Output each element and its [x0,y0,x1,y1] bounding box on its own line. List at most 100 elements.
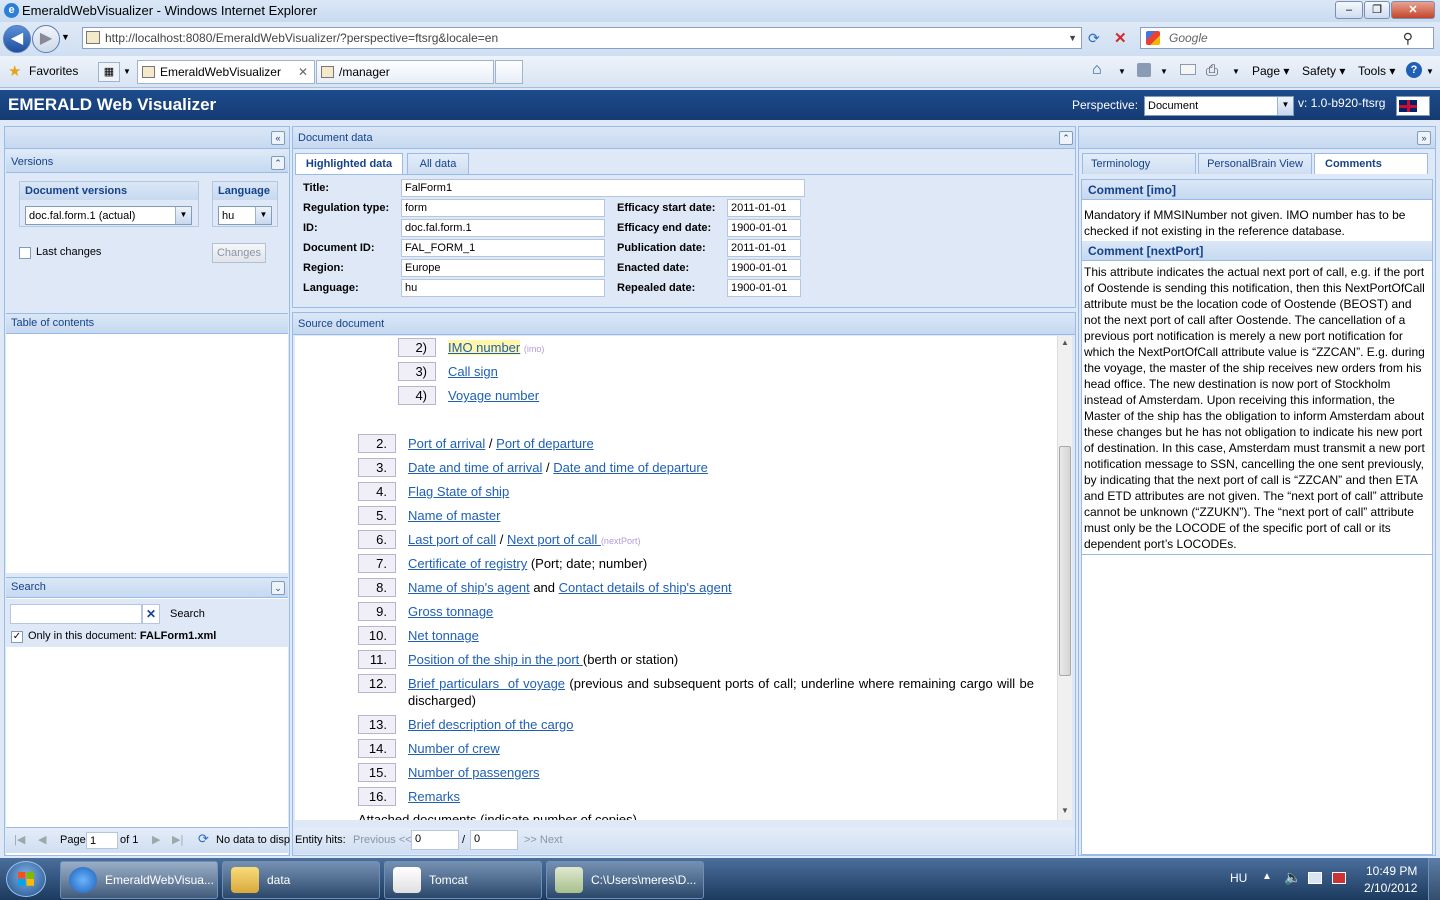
entity-link[interactable]: Flag State of ship [408,484,509,499]
only-in-doc-checkbox[interactable]: ✓ [11,631,23,643]
volume-icon[interactable]: 🔈 [1284,869,1301,886]
title-field[interactable]: FalForm1 [401,179,805,197]
prev-page-icon[interactable]: ◀ [38,833,46,846]
entity-link[interactable]: Last port of call [408,532,496,547]
scroll-thumb[interactable] [1059,446,1071,676]
tab-highlighted-data[interactable]: Highlighted data [295,153,403,174]
language-select[interactable]: hu ▼ [218,206,272,225]
clear-search-icon[interactable]: ✕ [142,604,160,624]
tools-menu[interactable]: Tools ▾ [1358,64,1395,78]
safety-menu[interactable]: Safety ▾ [1302,64,1345,78]
repealed-date-field[interactable]: 1900-01-01 [727,279,801,297]
maximize-button[interactable]: ❐ [1364,1,1390,19]
hit-index-input[interactable]: 0 [411,830,459,850]
collapse-document-data-icon[interactable]: ⌃ [1059,131,1073,145]
taskbar-item-console[interactable]: C:\Users\meres\D... [546,861,704,899]
entity-link[interactable]: Port of arrival [408,436,485,451]
start-button[interactable] [6,861,46,897]
collapse-versions-icon[interactable]: ⌃ [271,156,285,170]
chevron-down-icon[interactable]: ▼ [1277,97,1293,115]
collapse-right-icon[interactable]: » [1417,131,1431,145]
regulation-type-field[interactable]: form [401,199,605,217]
taskbar-item-ie[interactable]: EmeraldWebVisua... [60,861,218,899]
language-field[interactable]: hu [401,279,605,297]
tab-all-data[interactable]: All data [407,153,469,174]
entity-link[interactable]: Next port of call [507,532,601,547]
help-icon[interactable]: ? [1406,62,1422,78]
entity-link[interactable]: Certificate of registry [408,556,527,571]
entity-link[interactable]: Position of the ship in the port [408,652,583,667]
show-desktop-button[interactable] [1428,858,1440,900]
first-page-icon[interactable]: |◀ [14,833,25,846]
region-field[interactable]: Europe [401,259,605,277]
network-icon[interactable] [1332,872,1346,884]
enacted-date-field[interactable]: 1900-01-01 [727,259,801,277]
print-icon[interactable]: ⎙ [1206,62,1218,79]
tab-terminology[interactable]: Terminology [1082,153,1196,174]
home-dropdown-icon[interactable]: ▼ [1118,67,1126,76]
entity-link[interactable]: Net tonnage [408,628,479,643]
scroll-down-icon[interactable]: ▼ [1061,806,1069,815]
sub-item-link[interactable]: IMO number [448,340,521,355]
tab-list-dropdown-icon[interactable]: ▼ [123,67,131,76]
changes-button[interactable]: Changes [212,243,266,263]
tab-comments[interactable]: Comments [1314,153,1428,174]
address-dropdown-icon[interactable]: ▼ [1068,28,1077,48]
taskbar-item-data[interactable]: data [222,861,380,899]
document-id-field[interactable]: FAL_FORM_1 [401,239,605,257]
history-dropdown-icon[interactable]: ▼ [61,32,70,42]
entity-link[interactable]: Date and time of departure [553,460,708,475]
last-changes-checkbox[interactable] [19,247,31,259]
page-input[interactable]: 1 [86,832,118,849]
minimize-button[interactable]: – [1335,1,1363,19]
efficacy-end-field[interactable]: 1900-01-01 [727,219,801,237]
show-hidden-icons-icon[interactable]: ▲ [1262,871,1272,882]
clock-time[interactable]: 10:49 PM [1366,864,1417,878]
collapse-search-icon[interactable]: ⌄ [271,581,285,595]
chevron-down-icon[interactable]: ▼ [175,207,191,224]
close-tab-icon[interactable]: ✕ [298,61,308,83]
feeds-icon[interactable] [1137,63,1151,77]
entity-link[interactable]: Remarks [408,789,460,804]
entity-link[interactable]: Brief description of the cargo [408,717,573,732]
forward-button[interactable]: ▶ [32,25,60,53]
previous-hit-button[interactable]: Previous << [353,834,412,846]
publication-date-field[interactable]: 2011-01-01 [727,239,801,257]
clock-date[interactable]: 2/10/2012 [1364,881,1417,895]
stop-icon[interactable]: ✕ [1114,29,1127,47]
refresh-icon[interactable]: ⟳ [198,831,209,847]
doc-version-select[interactable]: doc.fal.form.1 (actual) ▼ [25,206,192,225]
sub-item-link[interactable]: Voyage number [448,388,539,403]
feeds-dropdown-icon[interactable]: ▼ [1160,67,1168,76]
quick-tabs-icon[interactable]: ▦ [98,62,120,82]
entity-link[interactable]: Date and time of arrival [408,460,542,475]
entity-link[interactable]: Name of ship's agent [408,580,530,595]
search-icon[interactable]: ⚲ [1403,28,1413,48]
print-dropdown-icon[interactable]: ▼ [1232,67,1240,76]
close-window-button[interactable]: ✕ [1391,1,1435,19]
tab-manager[interactable]: /manager [316,60,494,84]
mail-icon[interactable] [1180,64,1196,75]
page-menu[interactable]: Page ▾ [1252,64,1289,78]
entity-link[interactable]: Brief particulars of voyage [408,676,565,691]
search-input[interactable] [10,604,142,624]
new-tab-button[interactable] [495,60,523,84]
last-page-icon[interactable]: ▶| [172,833,183,846]
tab-emeraldwebvisualizer[interactable]: EmeraldWebVisualizer ✕ [137,60,315,84]
entity-link[interactable]: Number of crew [408,741,500,756]
entity-link[interactable]: Contact details of ship's agent [559,580,732,595]
next-hit-button[interactable]: >> Next [524,834,563,846]
taskbar-item-tomcat[interactable]: Tomcat [384,861,542,899]
perspective-select[interactable]: Document ▼ [1144,96,1294,116]
action-center-icon[interactable] [1308,872,1322,884]
chevron-down-icon[interactable]: ▼ [255,207,271,224]
back-button[interactable]: ◀ [3,25,31,53]
favorites-button[interactable]: Favorites [29,64,78,78]
scroll-up-icon[interactable]: ▲ [1061,338,1069,347]
help-dropdown-icon[interactable]: ▼ [1426,67,1434,76]
tab-personalbrain-view[interactable]: PersonalBrain View [1198,153,1312,174]
source-scrollbar[interactable]: ▲ ▼ [1057,336,1072,820]
address-input[interactable]: http://localhost:8080/EmeraldWebVisualiz… [82,27,1082,49]
search-engine-input[interactable]: Google ⚲ [1140,27,1434,49]
entity-link[interactable]: Gross tonnage [408,604,493,619]
